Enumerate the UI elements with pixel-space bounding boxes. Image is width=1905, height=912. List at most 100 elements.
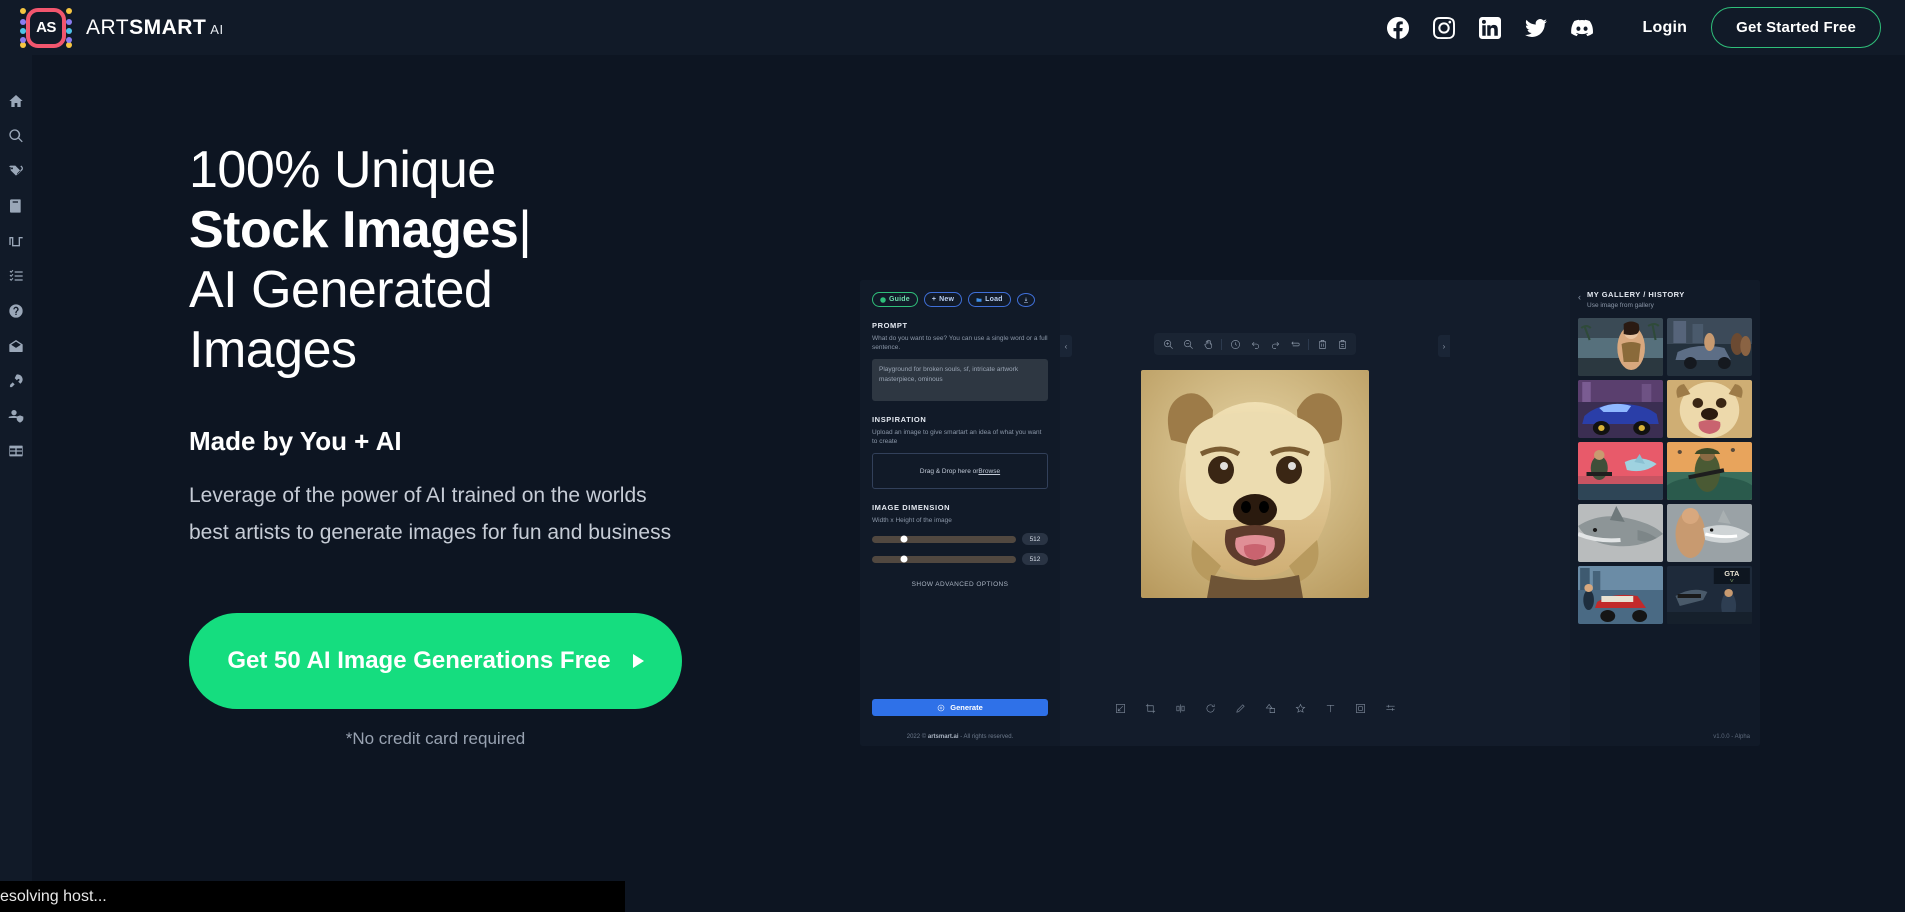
discord-icon[interactable]: [1570, 17, 1593, 39]
top-header: AS ARTSMART AI Login Get Started Free: [0, 0, 1905, 55]
home-icon[interactable]: [8, 93, 24, 109]
text-icon[interactable]: [1320, 700, 1340, 716]
frame-icon[interactable]: [1350, 700, 1370, 716]
show-advanced-options[interactable]: SHOW ADVANCED OPTIONS: [872, 581, 1048, 588]
checklist-icon[interactable]: [8, 268, 24, 284]
canvas-artwork-dog[interactable]: [1141, 370, 1369, 598]
hand-pan-icon[interactable]: [1198, 336, 1218, 352]
gallery-thumb-dog-portrait[interactable]: [1667, 380, 1752, 438]
zoom-out-icon[interactable]: [1178, 336, 1198, 352]
inspiration-description: Upload an image to give smartart an idea…: [872, 429, 1042, 445]
hero-section: 100% Unique Stock Images| AI Generated I…: [189, 140, 809, 749]
plus-circle-icon: [937, 704, 945, 711]
toolbar-divider-2: [1308, 338, 1309, 350]
resize-icon[interactable]: [1110, 700, 1130, 716]
plus-icon: +: [931, 296, 937, 303]
pencil-icon[interactable]: [1230, 700, 1250, 716]
logo-text: AS: [36, 19, 56, 36]
hero-line-3: AI Generated: [189, 261, 493, 319]
reset-loop-icon[interactable]: [1285, 336, 1305, 352]
user-shield-icon[interactable]: [8, 408, 24, 424]
guide-pill-label: Guide: [889, 296, 910, 303]
width-value: 512: [1022, 533, 1048, 545]
crop-icon[interactable]: [1140, 700, 1160, 716]
rotate-icon[interactable]: [1200, 700, 1220, 716]
browse-link[interactable]: Browse: [978, 468, 1000, 475]
prompt-title: PROMPT: [872, 321, 908, 330]
guide-pill[interactable]: Guide: [872, 292, 918, 307]
collapse-right-panel-button[interactable]: ›: [1438, 335, 1450, 357]
width-slider-thumb[interactable]: [900, 535, 908, 543]
prompt-input[interactable]: Playground for broken souls, sf, intrica…: [872, 359, 1048, 401]
zoom-in-icon[interactable]: [1158, 336, 1178, 352]
gallery-thumb-man-shark[interactable]: [1667, 504, 1752, 562]
no-credit-card-note: *No credit card required: [345, 729, 526, 748]
adjust-sliders-icon[interactable]: [1380, 700, 1400, 716]
new-pill-label: New: [939, 296, 955, 303]
svg-text:GTA: GTA: [1724, 569, 1740, 578]
play-arrow-icon: [632, 654, 644, 668]
logo[interactable]: AS ARTSMART AI: [18, 4, 224, 52]
get-started-free-button[interactable]: Get Started Free: [1711, 7, 1881, 48]
collapse-left-panel-button[interactable]: ‹: [1060, 335, 1072, 357]
login-link[interactable]: Login: [1643, 19, 1688, 37]
image-dropzone[interactable]: Drag & Drop here or Browse: [872, 453, 1048, 489]
delete-all-icon[interactable]: [1332, 336, 1352, 352]
undo-icon[interactable]: [1245, 336, 1265, 352]
redo-icon[interactable]: [1265, 336, 1285, 352]
rocket-icon[interactable]: [8, 373, 24, 389]
wave-icon[interactable]: [8, 233, 24, 249]
flip-icon[interactable]: [1170, 700, 1190, 716]
search-icon[interactable]: [8, 128, 24, 144]
copyright-pre: 2022 ©: [906, 734, 928, 740]
gallery-thumb-shark-beach[interactable]: [1578, 442, 1663, 500]
width-slider[interactable]: [872, 535, 1016, 543]
hero-line-1: 100% Unique: [189, 141, 496, 199]
twitter-icon[interactable]: [1524, 17, 1547, 39]
shapes-icon[interactable]: [1260, 700, 1280, 716]
dropzone-text: Drag & Drop here or: [919, 467, 979, 475]
copyright-post: - All rights reserved.: [958, 734, 1014, 740]
facebook-icon[interactable]: [1386, 16, 1409, 39]
app-canvas: [1060, 280, 1450, 746]
gallery-thumb-shark-closeup[interactable]: [1578, 504, 1663, 562]
left-sidebar: [0, 55, 32, 912]
dog-portrait-image: [1141, 370, 1369, 598]
canvas-bottom-toolbar: [1110, 700, 1400, 716]
get-free-generations-button[interactable]: Get 50 AI Image Generations Free: [189, 613, 682, 709]
linkedin-icon[interactable]: [1478, 16, 1501, 39]
history-clock-icon[interactable]: [1225, 336, 1245, 352]
guide-icon: [880, 296, 886, 303]
dimension-description: Width x Height of the image: [872, 517, 952, 524]
new-pill[interactable]: + New: [923, 292, 963, 307]
table-icon[interactable]: [8, 443, 24, 459]
app-preview: Guide + New Load PROMPT What do you want…: [860, 280, 1760, 746]
cta-label: Get 50 AI Image Generations Free: [227, 647, 611, 674]
gallery-subtitle: Use image from gallery: [1587, 302, 1654, 309]
question-circle-icon[interactable]: [8, 303, 24, 319]
gallery-thumb-city-car[interactable]: [1578, 566, 1663, 624]
load-pill[interactable]: Load: [968, 292, 1011, 307]
gallery-thumb-sports-car[interactable]: [1578, 380, 1663, 438]
envelope-open-icon[interactable]: [8, 338, 24, 354]
delete-icon[interactable]: [1312, 336, 1332, 352]
generate-button[interactable]: Generate: [872, 699, 1048, 716]
star-icon[interactable]: [1290, 700, 1310, 716]
gallery-thumb-soldier-sunset[interactable]: [1667, 442, 1752, 500]
download-pill[interactable]: [1016, 292, 1035, 307]
book-icon[interactable]: [8, 198, 24, 214]
gallery-thumb-gta-cover[interactable]: GTA V: [1667, 566, 1752, 624]
hero-line-4: Images: [189, 321, 357, 379]
width-slider-row: 512: [872, 533, 1048, 545]
prompt-description: What do you want to see? You can use a s…: [872, 335, 1048, 351]
gallery-thumb-woman-palms[interactable]: [1578, 318, 1663, 376]
brand-suffix: AI: [210, 21, 224, 37]
gallery-collapse-chevron-icon[interactable]: ‹: [1578, 292, 1581, 302]
gallery-thumb-street-gang[interactable]: [1667, 318, 1752, 376]
height-slider[interactable]: [872, 555, 1016, 563]
app-action-pills: Guide + New Load: [872, 292, 1048, 307]
tags-icon[interactable]: [8, 163, 24, 179]
instagram-icon[interactable]: [1432, 16, 1455, 39]
height-slider-thumb[interactable]: [900, 555, 908, 563]
copyright-brand: artsmart.ai: [927, 734, 959, 740]
